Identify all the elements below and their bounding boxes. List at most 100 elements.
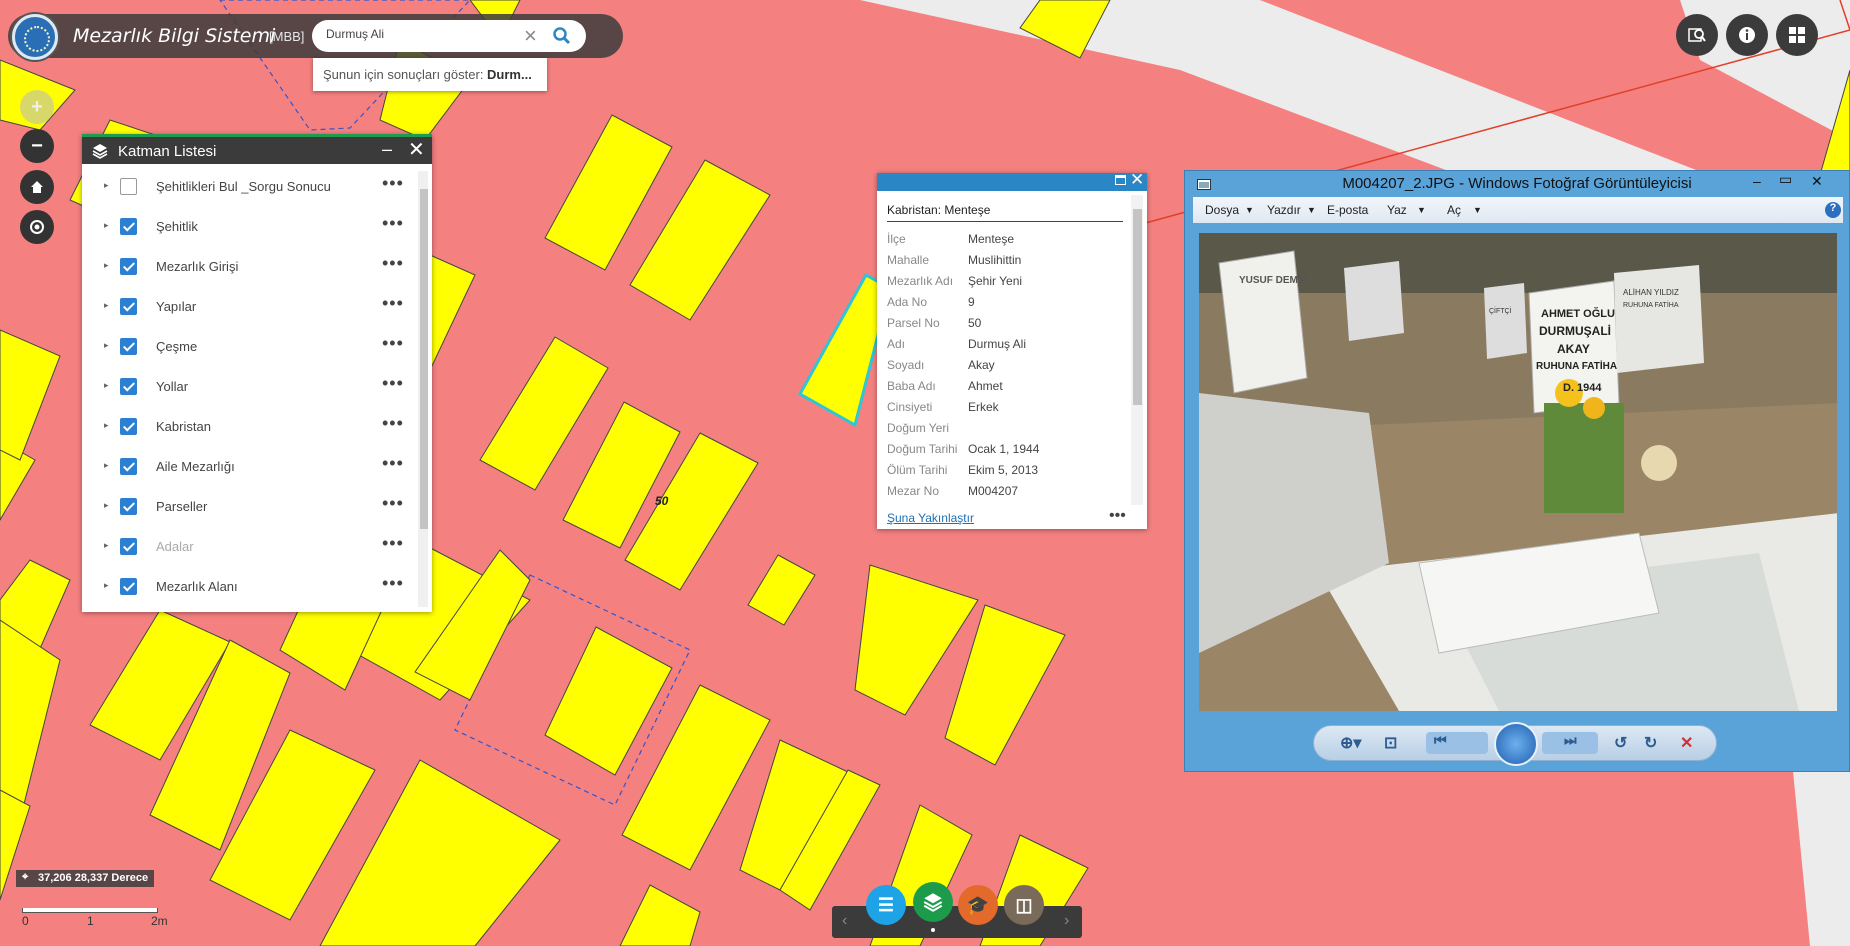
layer-checkbox[interactable] [120,378,137,395]
layer-options-icon[interactable]: ••• [382,453,404,474]
layer-checkbox[interactable] [120,498,137,515]
layer-options-icon[interactable]: ••• [382,293,404,314]
layer-item[interactable]: ▸ Parseller ••• [82,487,412,527]
stone-text: YUSUF DEMİR [1239,273,1309,286]
layer-checkbox[interactable] [120,298,137,315]
minimize-window-button[interactable]: – [1753,173,1761,189]
info-button[interactable] [1726,14,1768,56]
layer-item[interactable]: ▸ Şehitlik ••• [82,207,412,247]
expand-arrow-icon[interactable]: ▸ [104,340,109,351]
rotate-left-icon[interactable]: ↺ [1614,733,1627,753]
layer-item[interactable]: ▸ Çeşme ••• [82,327,412,367]
basemap-widget-button[interactable]: 🎓 [958,885,998,925]
delete-icon[interactable]: ✕ [1680,733,1693,753]
layer-checkbox[interactable] [120,538,137,555]
layer-label: Aile Mezarlığı [156,459,235,474]
layer-checkbox[interactable] [120,178,137,195]
apps-button[interactable] [1776,14,1818,56]
help-icon[interactable]: ? [1825,202,1841,218]
stone-text: RUHUNA FATİHA [1536,359,1617,372]
layer-checkbox[interactable] [120,458,137,475]
layer-label: Adalar [156,539,194,554]
layer-item[interactable]: ▸ Yollar ••• [82,367,412,407]
menu-open[interactable]: Aç [1447,203,1461,217]
app-logo[interactable] [12,14,58,60]
layer-checkbox[interactable] [120,258,137,275]
home-button[interactable] [20,170,54,204]
clear-icon[interactable]: × [524,23,537,49]
expand-arrow-icon[interactable]: ▸ [104,380,109,391]
expand-arrow-icon[interactable]: ▸ [104,180,109,191]
field-key: Parsel No [887,316,940,330]
layer-checkbox[interactable] [120,418,137,435]
expand-arrow-icon[interactable]: ▸ [104,460,109,471]
list-widget-button[interactable]: ☰ [866,885,906,925]
popup-scrollbar-thumb[interactable] [1133,209,1142,405]
zoom-out-button[interactable]: − [20,129,54,163]
expand-arrow-icon[interactable]: ▸ [104,260,109,271]
layer-checkbox[interactable] [120,578,137,595]
layer-options-icon[interactable]: ••• [382,413,404,434]
stone-text: D. 1944 [1563,382,1602,394]
locate-button[interactable] [20,210,54,244]
layer-checkbox[interactable] [120,218,137,235]
scale-label: 1 [87,914,94,928]
search-icon[interactable] [552,26,572,46]
layer-scrollbar-thumb[interactable] [420,189,428,529]
layer-options-icon[interactable]: ••• [382,253,404,274]
layer-options-icon[interactable]: ••• [382,173,404,194]
more-options-icon[interactable]: ••• [1109,507,1126,525]
search-input[interactable] [326,27,526,41]
expand-arrow-icon[interactable]: ▸ [104,500,109,511]
search-box: × [312,20,586,52]
previous-button[interactable]: ⏮ [1426,732,1488,754]
layer-checkbox[interactable] [120,338,137,355]
rotate-right-icon[interactable]: ↻ [1644,733,1657,753]
layer-item[interactable]: ▸ Adalar ••• [82,527,412,567]
maximize-window-button[interactable]: ▭ [1779,171,1792,188]
expand-arrow-icon[interactable]: ▸ [104,220,109,231]
expand-arrow-icon[interactable]: ▸ [104,540,109,551]
menu-file[interactable]: Dosya [1205,203,1239,217]
map-search-icon [1688,28,1706,42]
swipe-widget-button[interactable]: ◫ [1004,885,1044,925]
layer-label: Kabristan [156,419,211,434]
layer-options-icon[interactable]: ••• [382,493,404,514]
expand-arrow-icon[interactable]: ▸ [104,300,109,311]
layer-item[interactable]: ▸ Mezarlık Alanı ••• [82,567,412,607]
chevron-left-icon[interactable]: ‹ [842,912,847,930]
search-tool-button[interactable] [1676,14,1718,56]
layer-widget-button[interactable] [913,882,953,922]
zoom-to-link[interactable]: Şuna Yakınlaştır [887,511,974,525]
layer-options-icon[interactable]: ••• [382,213,404,234]
layer-item[interactable]: ▸ Şehitlikleri Bul _Sorgu Sonucu ••• [82,167,412,207]
close-button[interactable]: ✕ [408,137,425,162]
zoom-in-button[interactable]: + [20,90,54,124]
slideshow-button[interactable] [1494,722,1538,766]
popup-close-button[interactable]: ✕ [1130,170,1144,190]
layer-item[interactable]: ▸ Mezarlık Girişi ••• [82,247,412,287]
layer-item[interactable]: ▸ Yapılar ••• [82,287,412,327]
layer-item[interactable]: ▸ Kabristan ••• [82,407,412,447]
close-window-button[interactable]: ✕ [1811,173,1823,190]
expand-arrow-icon[interactable]: ▸ [104,420,109,431]
search-suggestion[interactable]: Şunun için sonuçları göster: Durm... [313,58,547,91]
next-button[interactable]: ⏭ [1542,732,1598,754]
layer-item[interactable]: ▸ Aile Mezarlığı ••• [82,447,412,487]
layer-options-icon[interactable]: ••• [382,573,404,594]
menu-email[interactable]: E-posta [1327,203,1368,217]
layer-options-icon[interactable]: ••• [382,533,404,554]
fit-icon[interactable]: ⊡ [1384,733,1397,753]
maximize-button[interactable] [1115,175,1126,185]
menu-print[interactable]: Yazdır [1267,203,1301,217]
field-value: Menteşe [968,232,1015,246]
layer-options-icon[interactable]: ••• [382,333,404,354]
minimize-button[interactable]: – [382,139,392,160]
expand-arrow-icon[interactable]: ▸ [104,580,109,591]
active-indicator [931,928,935,932]
feature-popup: ✕ Kabristan: Menteşe İlçe Menteşe Mahalle M… [877,170,1147,529]
layer-options-icon[interactable]: ••• [382,373,404,394]
chevron-right-icon[interactable]: › [1064,912,1069,930]
zoom-icon[interactable]: ⊕▾ [1340,733,1361,753]
menu-burn[interactable]: Yaz [1387,203,1407,217]
